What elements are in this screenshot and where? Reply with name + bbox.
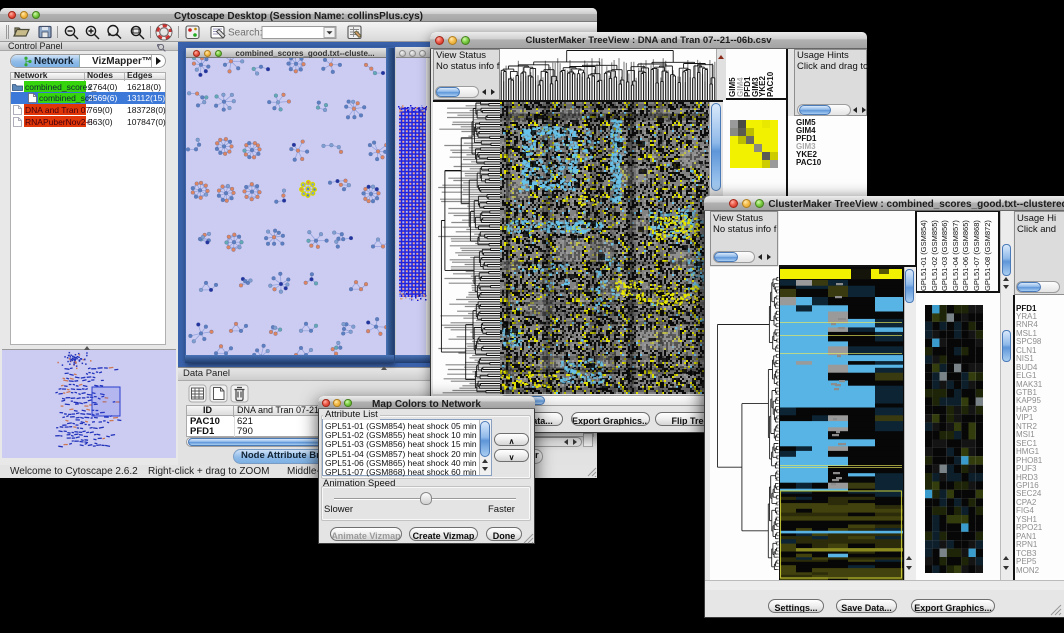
svg-text:Search:: Search: bbox=[228, 28, 262, 39]
